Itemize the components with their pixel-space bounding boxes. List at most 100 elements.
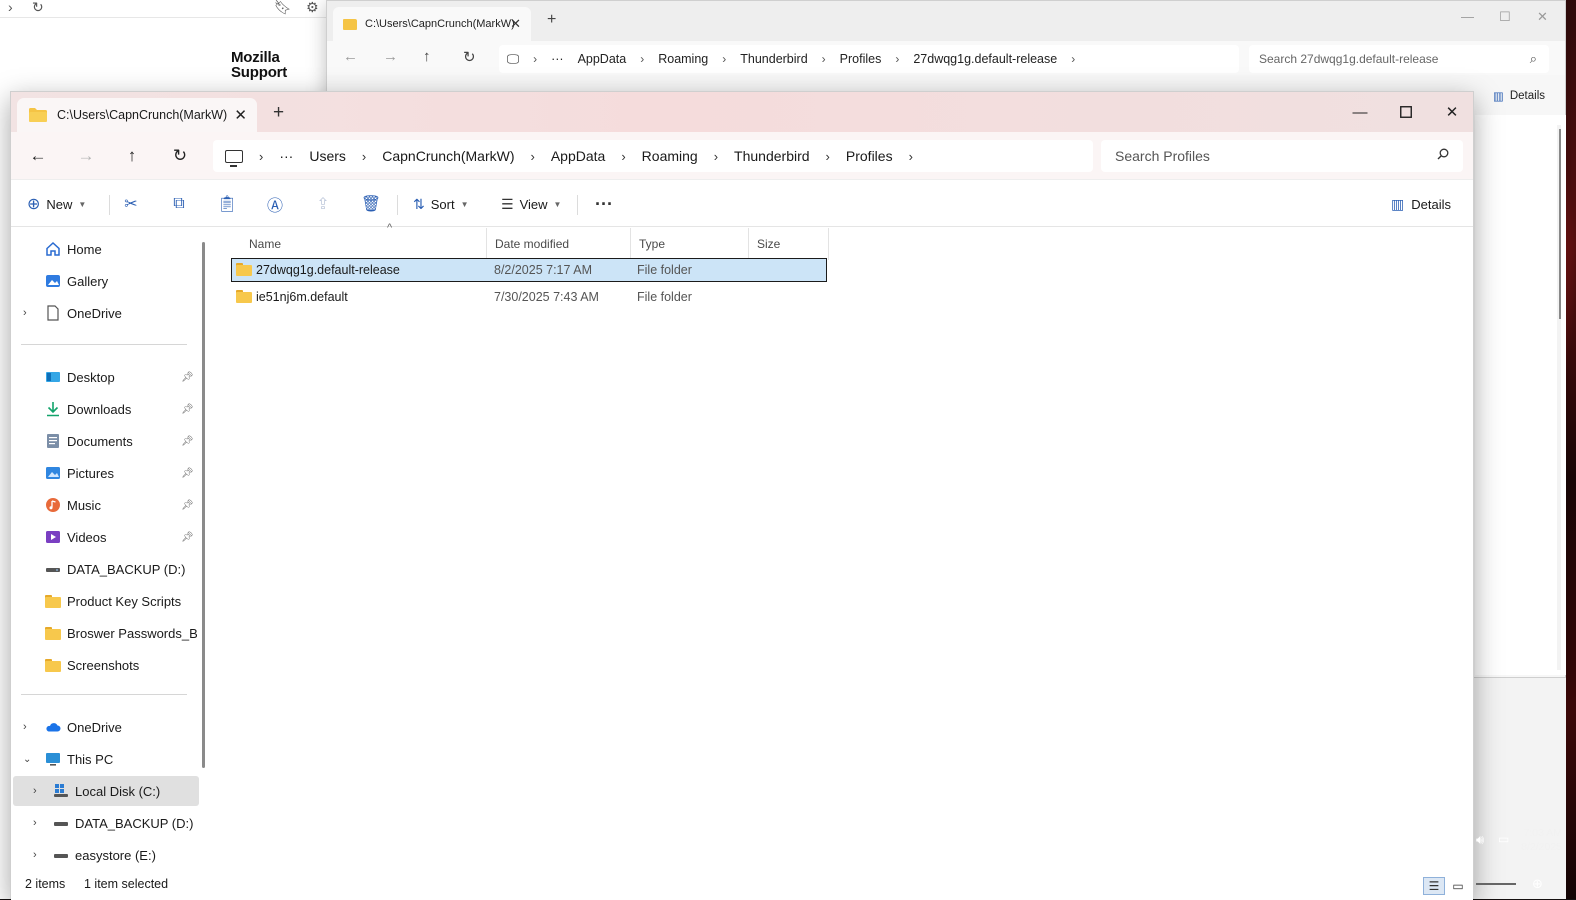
pin-icon[interactable]: 📌︎ [181, 532, 194, 543]
new-tab-icon[interactable]: + [273, 102, 284, 124]
more-options-icon[interactable]: ··· [595, 189, 613, 219]
address-bar[interactable]: › ··· Users › CapnCrunch(MarkW) › AppDat… [213, 140, 1093, 172]
view-button[interactable]: ☰ View ▼ [501, 189, 561, 219]
nav-data-backup[interactable]: DATA_BACKUP (D:) [11, 554, 197, 584]
nav-onedrive[interactable]: › OneDrive [11, 712, 197, 742]
nav-easystore-e[interactable]: › easystore (E:) [11, 840, 197, 870]
column-name[interactable]: ^ Name [241, 222, 487, 260]
maximize-icon[interactable] [1383, 98, 1429, 126]
minimize-icon[interactable]: — [1337, 98, 1383, 126]
nav-onedrive-personal[interactable]: › OneDrive [11, 298, 197, 328]
back-details-button[interactable]: ▥ Details [1493, 89, 1545, 103]
nav-local-disk-c[interactable]: › Local Disk (C:) [13, 776, 199, 806]
pin-icon[interactable]: 📌︎ [181, 500, 194, 511]
back-arrow-icon[interactable]: ← [25, 144, 51, 168]
copy-icon[interactable]: ⧉ [165, 189, 193, 219]
pin-icon[interactable]: 📌︎ [181, 372, 194, 383]
settings-icon[interactable]: ⚙︎ [306, 0, 319, 14]
table-row[interactable]: ie51nj6m.default 7/30/2025 7:43 AM File … [231, 286, 827, 310]
pin-icon[interactable]: 📌︎ [181, 468, 194, 479]
tiles-view-icon[interactable]: ▭ [1447, 877, 1469, 895]
crumb[interactable]: Profiles [840, 52, 882, 66]
paste-icon[interactable]: 📋︎ [213, 189, 241, 219]
zoom-slider[interactable] [1476, 883, 1516, 885]
volume-icon[interactable]: 🔊︎ [1476, 832, 1484, 848]
nav-browser-passwords[interactable]: Broswer Passwords_Book [11, 618, 197, 648]
crumb[interactable]: Thunderbird [740, 52, 807, 66]
table-row[interactable]: 27dwqg1g.default-release 8/2/2025 7:17 A… [231, 258, 827, 282]
sort-button[interactable]: ⇅ Sort ▼ [413, 189, 469, 219]
more-crumbs[interactable]: ··· [279, 148, 293, 164]
chevron-right-icon[interactable]: › [33, 849, 37, 861]
nav-home[interactable]: Home [11, 234, 197, 264]
clock[interactable]: 7:03 AM 8/2/2025 [1521, 826, 1562, 854]
up-arrow-icon[interactable]: ↑ [423, 48, 431, 65]
up-arrow-icon[interactable]: ↑ [119, 144, 145, 168]
forward-arrow-icon[interactable]: → [383, 48, 398, 65]
nav-screenshots[interactable]: Screenshots [11, 650, 197, 680]
chevron-right-icon[interactable]: › [23, 307, 27, 319]
column-type[interactable]: Type [631, 228, 749, 260]
reload-icon[interactable]: ↻ [32, 0, 44, 14]
rename-icon[interactable]: Ⓐ [261, 189, 289, 219]
share-icon[interactable]: ⇪ [309, 189, 337, 219]
minimize-icon[interactable]: — [1461, 9, 1474, 24]
close-window-icon[interactable]: ✕ [1537, 9, 1548, 25]
breadcrumb-appdata[interactable]: AppData [551, 148, 605, 164]
breadcrumb-roaming[interactable]: Roaming [642, 148, 698, 164]
back-arrow-icon[interactable]: ← [343, 48, 358, 65]
breadcrumb-thunderbird[interactable]: Thunderbird [734, 148, 810, 164]
nav-scrollbar[interactable] [202, 242, 205, 768]
breadcrumb-user[interactable]: CapnCrunch(MarkW) [382, 148, 514, 164]
close-window-icon[interactable]: ✕ [1429, 98, 1475, 126]
pin-icon[interactable]: 📌︎ [181, 404, 194, 415]
nav-data-backup-d[interactable]: › DATA_BACKUP (D:) [11, 808, 197, 838]
nav-product-key-scripts[interactable]: Product Key Scripts [11, 586, 197, 616]
nav-downloads[interactable]: Downloads 📌︎ [11, 394, 197, 424]
pin-icon[interactable]: 📌︎ [181, 436, 194, 447]
chevron-right-icon[interactable]: › [33, 785, 37, 797]
chevron-right-icon[interactable]: › [23, 721, 27, 733]
chevron-down-icon[interactable]: ⌄ [23, 754, 31, 765]
crumb[interactable]: 27dwqg1g.default-release [913, 52, 1057, 66]
cut-icon[interactable]: ✂ [117, 189, 145, 219]
close-tab-icon[interactable]: ✕ [234, 106, 247, 124]
bookmark-icon[interactable]: 🔖︎ [274, 0, 292, 14]
more-crumbs[interactable]: ··· [551, 52, 564, 66]
details-button[interactable]: ▥ Details [1391, 189, 1451, 219]
window-tab[interactable]: C:\Users\CapnCrunch(MarkW) ✕ [17, 98, 257, 132]
nav-videos[interactable]: Videos 📌︎ [11, 522, 197, 552]
details-view-icon[interactable]: ☰ [1423, 877, 1445, 895]
new-button[interactable]: ⊕ New ▼ [27, 189, 86, 219]
zoom-icon[interactable]: ⊕ [1532, 876, 1543, 892]
refresh-icon[interactable]: ↻ [463, 48, 476, 66]
nav-documents[interactable]: Documents 📌︎ [11, 426, 197, 456]
nav-this-pc[interactable]: ⌄ This PC [11, 744, 197, 774]
back-search-input[interactable]: Search 27dwqg1g.default-release ⌕ [1249, 45, 1549, 73]
chevron-right-icon[interactable]: › [33, 817, 37, 829]
back-tab[interactable]: C:\Users\CapnCrunch(MarkW) ✕ [333, 7, 531, 41]
nav-pictures[interactable]: Pictures 📌︎ [11, 458, 197, 488]
search-input[interactable]: Search Profiles [1101, 140, 1463, 172]
mozilla-support-logo[interactable]: Mozilla Support [231, 50, 287, 80]
back-breadcrumb[interactable]: 🖵︎ › ··· AppData › Roaming › Thunderbird… [499, 45, 1239, 73]
forward-arrow-icon[interactable]: → [73, 144, 99, 168]
column-size[interactable]: Size [749, 228, 829, 260]
forward-icon[interactable]: › [8, 0, 13, 14]
breadcrumb-users[interactable]: Users [309, 148, 346, 164]
crumb[interactable]: AppData [578, 52, 627, 66]
back-scrollbar-thumb[interactable] [1559, 129, 1561, 319]
file-date: 8/2/2025 7:17 AM [494, 263, 592, 277]
maximize-icon[interactable]: ☐ [1499, 9, 1511, 25]
close-tab-icon[interactable]: ✕ [510, 16, 521, 32]
refresh-icon[interactable]: ↻ [167, 144, 193, 168]
breadcrumb-profiles[interactable]: Profiles [846, 148, 893, 164]
new-tab-icon[interactable]: + [547, 11, 556, 29]
nav-gallery[interactable]: Gallery [11, 266, 197, 296]
nav-desktop[interactable]: Desktop 📌︎ [11, 362, 197, 392]
battery-icon[interactable]: ▭ [1498, 832, 1509, 846]
crumb[interactable]: Roaming [658, 52, 708, 66]
delete-icon[interactable]: 🗑︎ [357, 189, 385, 219]
nav-music[interactable]: Music 📌︎ [11, 490, 197, 520]
column-date-modified[interactable]: Date modified [487, 228, 631, 260]
